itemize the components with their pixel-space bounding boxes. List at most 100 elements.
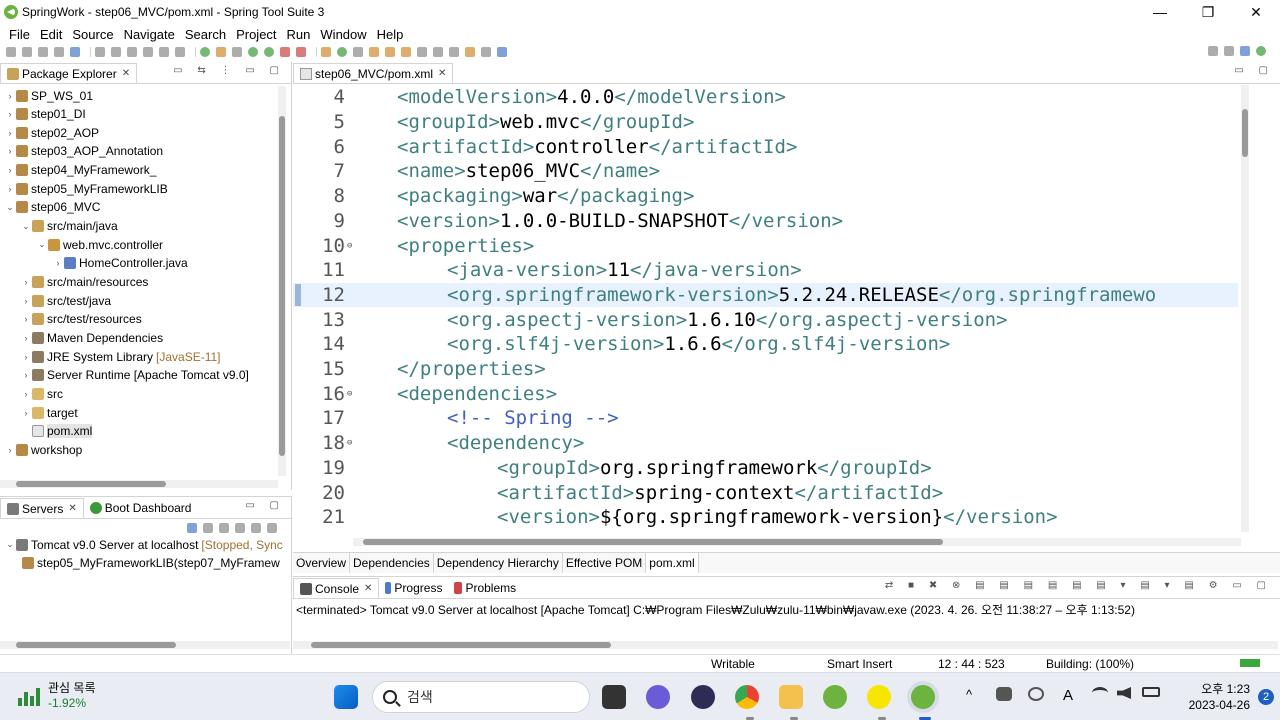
stock-widget[interactable]: 관심 목록 -1.92% <box>18 681 96 711</box>
tree-item[interactable]: pom.xml <box>20 422 93 441</box>
tree-item[interactable]: › Server Runtime [Apache Tomcat v9.0] <box>20 366 249 385</box>
step-into-icon[interactable] <box>159 47 169 57</box>
console-toolbar-icons[interactable]: ⇄ ■ ✖ ⊗ ▤ ▤ ▤ ▤ ▤ ▤ ▾ ▤ ▾ ▤ ⚙ ▭ ▢ <box>885 580 1272 591</box>
chevron-right-icon[interactable]: › <box>4 146 16 156</box>
tab-progress[interactable]: Progress <box>379 578 448 598</box>
tab-effective-pom[interactable]: Effective POM <box>563 553 647 573</box>
chevron-right-icon[interactable]: › <box>4 91 16 101</box>
chevron-right-icon[interactable]: › <box>4 128 16 138</box>
new-class-icon[interactable] <box>353 47 363 57</box>
tree-item[interactable]: ⌄ src/main/java <box>20 217 117 236</box>
tab-dependencies[interactable]: Dependencies <box>350 553 434 573</box>
chevron-right-icon[interactable]: › <box>52 258 64 268</box>
code-line[interactable]: 7 <name>step06_MVC</name> <box>293 159 1238 184</box>
tree-item[interactable]: › step05_MyFrameworkLIB <box>4 179 168 198</box>
server-item[interactable]: ⌄ Tomcat v9.0 Server at localhost [Stopp… <box>4 535 283 554</box>
stop-icon[interactable] <box>280 47 290 57</box>
boot-dashboard-icon[interactable] <box>200 47 210 57</box>
chevron-right-icon[interactable]: › <box>4 184 16 194</box>
chevron-right-icon[interactable]: › <box>20 277 32 287</box>
network-warning-icon[interactable] <box>996 687 1012 701</box>
next-annotation-icon[interactable] <box>433 47 443 57</box>
chevron-right-icon[interactable]: › <box>20 389 32 399</box>
sync-icon[interactable] <box>1028 687 1044 701</box>
tab-problems[interactable]: Problems <box>448 578 522 598</box>
java-perspective-icon[interactable] <box>1240 46 1250 56</box>
code-line[interactable]: 5 <groupId>web.mvc</groupId> <box>293 110 1238 135</box>
chrome-icon[interactable] <box>735 685 759 709</box>
prev-annotation-icon[interactable] <box>449 47 459 57</box>
publish-icon[interactable] <box>251 523 261 533</box>
code-line[interactable]: 8 <packaging>war</packaging> <box>293 184 1238 209</box>
volume-icon[interactable] <box>1117 687 1131 699</box>
tab-pom-xml[interactable]: step06_MVC/pom.xml ✕ <box>293 63 454 83</box>
print-icon[interactable] <box>54 47 64 57</box>
tab-dependency-hierarchy[interactable]: Dependency Hierarchy <box>434 553 563 573</box>
chevron-right-icon[interactable]: › <box>20 296 32 306</box>
close-button[interactable]: ✕ <box>1232 0 1280 24</box>
chevron-right-icon[interactable]: › <box>20 333 32 343</box>
menu-run[interactable]: Run <box>282 27 316 42</box>
view-menu-icons[interactable]: ▭ ⇆ ⋮ ▭ ▢ <box>173 65 285 76</box>
resume-icon[interactable] <box>111 47 121 57</box>
spring-perspective-icon[interactable] <box>1256 46 1266 56</box>
menu-window[interactable]: Window <box>315 27 371 42</box>
stop-server-icon[interactable] <box>235 523 245 533</box>
tree-item[interactable]: › target <box>20 403 78 422</box>
perspective-open-icon[interactable] <box>1224 46 1234 56</box>
chevron-down-icon[interactable]: ⌄ <box>4 539 16 550</box>
run-icon[interactable] <box>248 47 258 57</box>
scroll-thumb[interactable] <box>363 539 943 545</box>
pin-editor-icon[interactable] <box>497 47 507 57</box>
menu-help[interactable]: Help <box>372 27 409 42</box>
close-icon[interactable]: ✕ <box>364 583 372 594</box>
close-icon[interactable]: ✕ <box>122 68 130 79</box>
chat-icon[interactable] <box>646 685 670 709</box>
notification-badge[interactable]: 2 <box>1258 689 1274 705</box>
tab-pom-xml-source[interactable]: pom.xml <box>646 553 699 573</box>
kakaotalk-icon[interactable] <box>867 685 891 709</box>
search-toolbar-icon[interactable] <box>401 47 411 57</box>
chevron-right-icon[interactable]: › <box>4 109 16 119</box>
forward-icon[interactable] <box>481 47 491 57</box>
chevron-down-icon[interactable]: ⌄ <box>20 221 32 232</box>
tree-item[interactable]: › step04_MyFramework_ <box>4 161 157 180</box>
step-over-icon[interactable] <box>175 47 185 57</box>
open-type-icon[interactable] <box>369 47 379 57</box>
coverage-icon[interactable] <box>296 47 306 57</box>
editor-vscroll[interactable] <box>1241 85 1249 532</box>
code-line[interactable]: 14 <org.slf4j-version>1.6.6</org.slf4j-ve… <box>293 332 1238 357</box>
view-menu-icons[interactable]: ▭ ▢ <box>1234 65 1274 76</box>
tree-item[interactable]: › src/test/resources <box>20 310 142 329</box>
code-line[interactable]: 9 <version>1.0.0-BUILD-SNAPSHOT</version> <box>293 209 1238 234</box>
terminate-icon[interactable] <box>143 47 153 57</box>
back-icon[interactable] <box>465 47 475 57</box>
menu-file[interactable]: File <box>4 27 35 42</box>
chevron-right-icon[interactable]: › <box>20 408 32 418</box>
taskbar-search[interactable]: 검색 <box>372 681 590 713</box>
code-line[interactable]: 16 ⊖ <dependencies> <box>293 381 1238 406</box>
wifi-icon[interactable] <box>1092 687 1108 699</box>
menu-edit[interactable]: Edit <box>35 27 67 42</box>
scroll-thumb[interactable] <box>311 642 611 648</box>
code-editor[interactable]: 4 <modelVersion>4.0.0</modelVersion> 5 <gro… <box>293 85 1280 532</box>
tab-servers[interactable]: Servers ✕ <box>0 498 84 518</box>
code-line[interactable]: 11 <java-version>11</java-version> <box>293 258 1238 283</box>
restore-button[interactable]: ❐ <box>1184 0 1232 24</box>
tree-item[interactable]: ⌄ web.mvc.controller <box>36 235 163 254</box>
profile-server-icon[interactable] <box>219 523 229 533</box>
suspend-icon[interactable] <box>127 47 137 57</box>
code-line[interactable]: 21 <version>${org.springframework-version… <box>293 505 1238 530</box>
menu-project[interactable]: Project <box>231 27 281 42</box>
annotation-icon[interactable] <box>417 47 427 57</box>
servers-hscroll[interactable] <box>0 641 290 649</box>
quick-access-search-icon[interactable] <box>1208 46 1218 56</box>
debug-icon[interactable] <box>232 47 242 57</box>
close-icon[interactable]: ✕ <box>68 503 76 514</box>
code-line[interactable]: 10 ⊖ <properties> <box>293 233 1238 258</box>
scroll-thumb[interactable] <box>279 116 285 456</box>
tree-item[interactable]: › src/main/resources <box>20 273 149 292</box>
scroll-thumb[interactable] <box>16 642 176 648</box>
chevron-down-icon[interactable]: ⌄ <box>4 202 16 213</box>
save-icon[interactable] <box>22 47 32 57</box>
